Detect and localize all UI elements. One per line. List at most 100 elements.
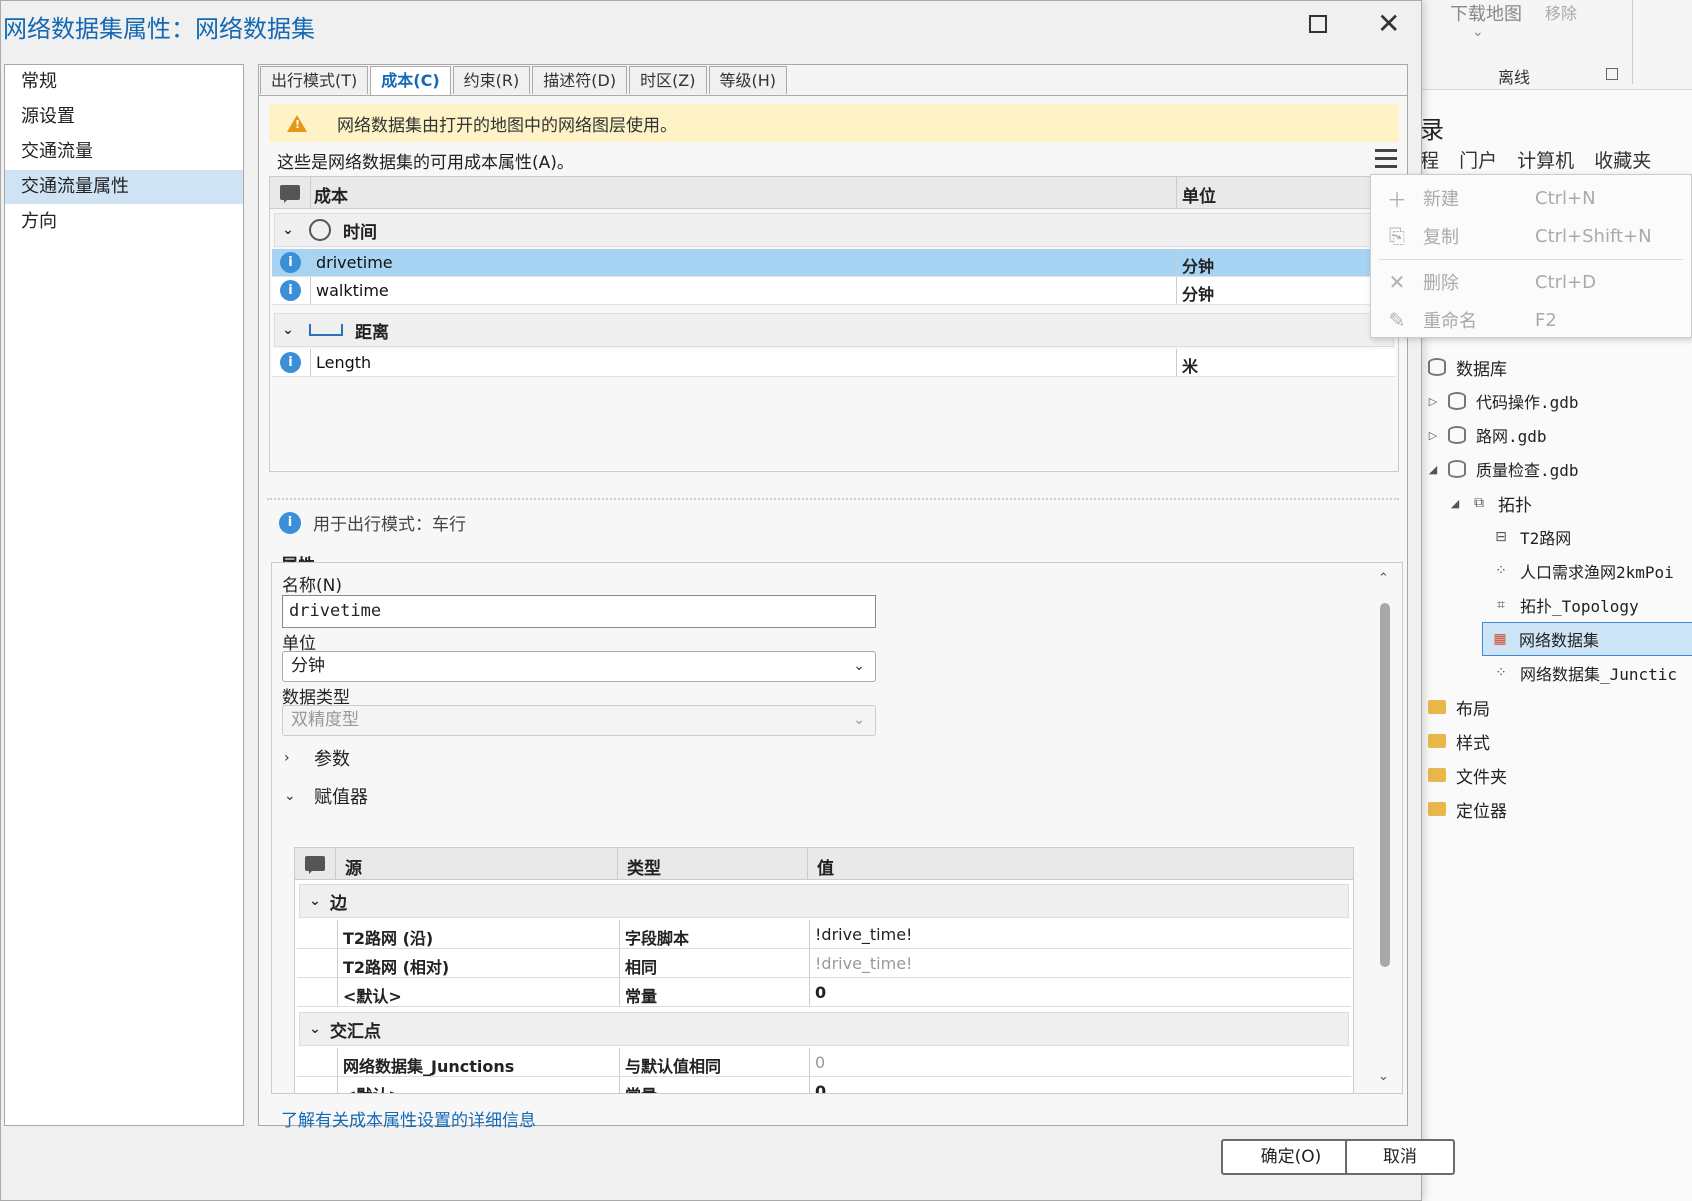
tab-costs[interactable]: 成本(C) [370, 66, 451, 97]
cancel-button[interactable]: 取消 [1345, 1139, 1455, 1175]
chevron-down-icon[interactable]: ⌄ [300, 893, 330, 909]
close-button[interactable]: ✕ [1377, 7, 1400, 40]
menu-item-copy[interactable]: ⎘ 复制 Ctrl+Shift+N [1371, 217, 1691, 255]
info-icon: i [280, 280, 301, 301]
chevron-up-icon[interactable]: ⌃ [1378, 571, 1389, 586]
cost-unit: 分钟 [1182, 257, 1215, 276]
learn-more-link[interactable]: 了解有关成本属性设置的详细信息 [281, 1106, 536, 1131]
evaluators-grid: 源 类型 值 ⌄ 边 T2路网 (沿) 字段脚本 !drive_time! T2… [294, 847, 1354, 1093]
expand-arrow-icon[interactable]: ▷ [1426, 395, 1440, 408]
evaluator-row[interactable]: <默认> 常量 0 [297, 1077, 1351, 1093]
name-input[interactable]: drivetime [282, 595, 876, 628]
grid-header: 成本 单位 [270, 177, 1398, 209]
tab-restrictions[interactable]: 约束(R) [452, 66, 531, 94]
tree-item-topology[interactable]: ⌗ 拓扑_Topology [1484, 588, 1639, 622]
tree-item-styles[interactable]: 样式 [1420, 724, 1490, 758]
used-by-text: 用于出行模式：车行 [313, 515, 466, 535]
remove-button[interactable]: 移除 [1545, 0, 1577, 24]
scrollbar-thumb[interactable] [1380, 603, 1390, 967]
chevron-down-icon[interactable]: ⌄ [1472, 24, 1484, 40]
menu-item-delete[interactable]: ✕ 删除 Ctrl+D [1371, 263, 1691, 301]
tree-item-label: T2路网 [1520, 529, 1572, 548]
cost-row-drivetime[interactable]: i drivetime 分钟 [272, 249, 1396, 277]
parameters-expander[interactable]: › 参数 [284, 745, 350, 771]
collapse-arrow-icon[interactable]: ◢ [1426, 463, 1440, 476]
chevron-down-icon[interactable]: ⌄ [275, 322, 301, 338]
evaluator-row[interactable]: 网络数据集_Junctions 与默认值相同 0 [297, 1048, 1351, 1077]
catalog-tab-project[interactable]: 程 [1420, 150, 1439, 172]
evaluators-expander[interactable]: ⌄ 赋值器 [284, 783, 368, 809]
nav-item-source-settings[interactable]: 源设置 [5, 100, 243, 134]
header-cost: 成本 [314, 187, 348, 207]
catalog-tab-portal[interactable]: 门户 [1459, 150, 1497, 172]
tree-item-locators[interactable]: 定位器 [1420, 792, 1507, 826]
clock-icon [309, 219, 331, 241]
comment-icon [280, 185, 300, 203]
cost-row-walktime[interactable]: i walktime 分钟 [272, 277, 1396, 305]
ribbon-divider [1632, 0, 1633, 84]
tree-item-folders[interactable]: 文件夹 [1420, 758, 1507, 792]
tree-item-network-junctions[interactable]: ⁘ 网络数据集_Junctic [1484, 656, 1677, 690]
catalog-tab-favorites[interactable]: 收藏夹 [1594, 150, 1651, 172]
menu-item-label: 新建 [1423, 189, 1459, 210]
chevron-down-icon: ⌄ [853, 712, 865, 728]
tree-item-label: 人口需求渔网2kmPoi [1520, 563, 1674, 582]
catalog-tab-computer[interactable]: 计算机 [1517, 150, 1574, 172]
menu-icon[interactable] [1375, 149, 1397, 169]
nav-item-travel[interactable]: 交通流量 [5, 135, 243, 169]
group-label: 距离 [355, 322, 389, 343]
nav-item-travel-attributes[interactable]: 交通流量属性 [5, 170, 243, 204]
geodatabase-icon [1446, 392, 1468, 410]
cost-attributes-grid: 成本 单位 ⌄ 时间 i drivetime 分钟 i walktime 分钟 … [269, 176, 1399, 472]
tree-item-population-fishnet[interactable]: ⁘ 人口需求渔网2kmPoi [1484, 554, 1674, 588]
nav-item-directions[interactable]: 方向 [5, 205, 243, 239]
menu-item-shortcut: Ctrl+Shift+N [1535, 225, 1652, 247]
chevron-down-icon[interactable]: ⌄ [1378, 1069, 1389, 1084]
topology-icon: ⌗ [1497, 597, 1505, 613]
tab-travel-modes[interactable]: 出行模式(T) [260, 66, 369, 94]
cost-row-length[interactable]: i Length 米 [272, 349, 1396, 377]
tab-hierarchy[interactable]: 等级(H) [708, 66, 788, 94]
download-map-button[interactable]: 下载地图 [1450, 0, 1522, 26]
evaluator-row[interactable]: T2路网 (沿) 字段脚本 !drive_time! [297, 920, 1351, 949]
unit-select-value: 分钟 [291, 656, 325, 676]
tree-item-label: 布局 [1456, 699, 1490, 720]
tree-item-layouts[interactable]: 布局 [1420, 690, 1490, 724]
ok-button[interactable]: 确定(O) [1221, 1139, 1361, 1175]
tab-time-zones[interactable]: 时区(Z) [629, 66, 707, 94]
warning-icon [287, 114, 307, 132]
point-feature-class-icon: ⁘ [1495, 665, 1507, 681]
tab-descriptors[interactable]: 描述符(D) [532, 66, 628, 94]
menu-item-rename[interactable]: ✎ 重命名 F2 [1371, 301, 1691, 339]
tree-item-gdb-code[interactable]: ▷ 代码操作.gdb [1426, 384, 1579, 418]
menu-item-label: 重命名 [1423, 311, 1477, 332]
tree-item-label: 路网.gdb [1476, 427, 1547, 446]
tree-item-gdb-quality[interactable]: ◢ 质量检查.gdb [1426, 452, 1579, 486]
chevron-down-icon[interactable]: ⌄ [275, 222, 301, 238]
unit-select[interactable]: 分钟 ⌄ [282, 651, 876, 682]
distance-icon [309, 324, 343, 336]
collapse-arrow-icon[interactable]: ◢ [1448, 497, 1462, 510]
properties-scrollbar[interactable]: ⌃ ⌄ [1376, 571, 1394, 1091]
chevron-down-icon[interactable]: ⌄ [300, 1021, 330, 1037]
used-by-note: i 用于出行模式：车行 [279, 510, 466, 535]
tree-item-network-dataset[interactable]: ▦ 网络数据集 [1482, 622, 1692, 656]
polyline-feature-class-icon: ⊟ [1495, 529, 1507, 545]
evaluator-source: T2路网 (相对) [343, 958, 450, 977]
group-distance: ⌄ 距离 [274, 313, 1394, 347]
menu-item-new[interactable]: ＋ 新建 Ctrl+N [1371, 179, 1691, 217]
tree-item-gdb-road[interactable]: ▷ 路网.gdb [1426, 418, 1547, 452]
expand-arrow-icon[interactable]: ▷ [1426, 429, 1440, 442]
name-label: 名称(N) [282, 576, 342, 596]
dialog-launcher-icon[interactable] [1606, 68, 1618, 80]
tree-item-databases[interactable]: 数据库 [1420, 350, 1507, 384]
feature-dataset-icon: ⧉ [1474, 495, 1484, 511]
tree-item-topology-dataset[interactable]: ◢ ⧉ 拓扑 [1448, 486, 1532, 520]
evaluator-row[interactable]: <默认> 常量 0 [297, 978, 1351, 1007]
splitter[interactable] [267, 498, 1399, 500]
geodatabase-icon [1446, 460, 1468, 478]
tree-item-t2-road[interactable]: ⊟ T2路网 [1484, 520, 1571, 554]
evaluator-row[interactable]: T2路网 (相对) 相同 !drive_time! [297, 949, 1351, 978]
nav-item-general[interactable]: 常规 [5, 65, 243, 99]
maximize-button[interactable] [1309, 15, 1327, 33]
